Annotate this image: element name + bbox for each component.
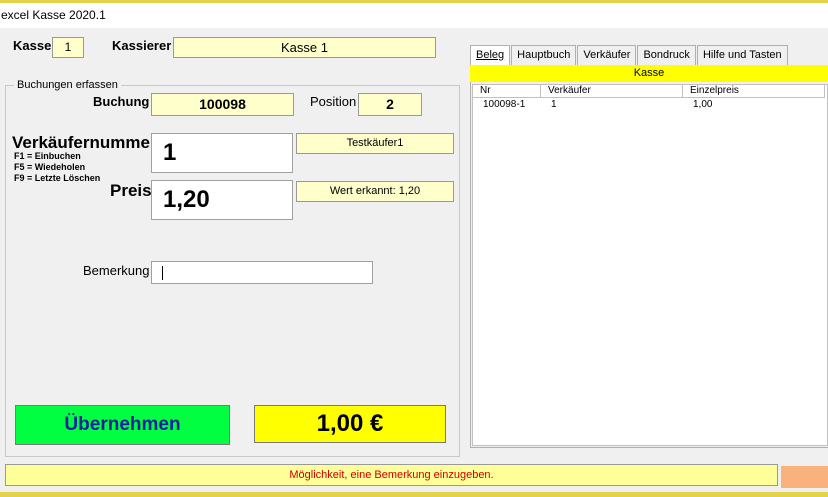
kassierer-label: Kassierer xyxy=(112,38,172,53)
buchung-field[interactable]: 100098 xyxy=(151,93,294,116)
total-display: 1,00 € xyxy=(254,405,446,443)
column-header-verkaeufer[interactable]: Verkäufer xyxy=(541,85,683,98)
hint-wiederholen: F5 = Wiedeholen xyxy=(14,162,86,172)
table-row[interactable]: 100098-1 1 1,00 xyxy=(473,99,825,112)
tab-hauptbuch[interactable]: Hauptbuch xyxy=(511,45,577,65)
cell-verkaeufer: 1 xyxy=(551,99,557,110)
bottom-accent-line xyxy=(0,492,828,497)
hint-loeschen: F9 = Letzte Löschen xyxy=(14,173,101,183)
verkaeufer-name: Testkäufer1 xyxy=(296,133,454,154)
bemerkung-input[interactable] xyxy=(151,261,373,284)
status-bar: Möglichkeit, eine Bemerkung einzugeben. xyxy=(5,464,778,486)
tab-hilfe[interactable]: Hilfe und Tasten xyxy=(696,45,788,65)
cell-einzelpreis: 1,00 xyxy=(693,99,713,110)
position-label: Position xyxy=(310,94,357,109)
text-caret xyxy=(162,266,163,280)
tab-bar: Beleg Hauptbuch Verkäufer Bondruck Hilfe… xyxy=(470,45,789,67)
column-header-einzelpreis[interactable]: Einzelpreis xyxy=(683,85,825,98)
tab-beleg[interactable]: Beleg xyxy=(470,45,511,67)
position-field[interactable]: 2 xyxy=(358,93,422,116)
tab-bondruck[interactable]: Bondruck xyxy=(637,45,696,65)
preis-label: Preis xyxy=(110,181,152,200)
window-title: excel Kasse 2020.1 xyxy=(0,3,828,28)
buchung-label: Buchung xyxy=(93,94,150,109)
hotkey-hints: F1 = Einbuchen F5 = Wiedeholen F9 = Letz… xyxy=(14,151,100,184)
kasse-label: Kasse xyxy=(13,38,52,53)
tab-verkaeufer[interactable]: Verkäufer xyxy=(577,45,637,65)
column-header-nr[interactable]: Nr xyxy=(473,85,541,98)
uebernehmen-button[interactable]: Übernehmen xyxy=(15,405,230,445)
beleg-list[interactable]: Nr Verkäufer Einzelpreis 100098-1 1 1,00 xyxy=(472,84,828,446)
panel-header: Kasse xyxy=(470,65,828,82)
kasse-field[interactable]: 1 xyxy=(52,37,84,58)
status-indicator xyxy=(781,466,828,488)
bemerkung-label: Bemerkung xyxy=(83,263,150,278)
cell-nr: 100098-1 xyxy=(483,99,526,110)
hint-einbuchen: F1 = Einbuchen xyxy=(14,151,81,161)
preis-info: Wert erkannt: 1,20 xyxy=(296,181,454,202)
verkaeufer-input[interactable]: 1 xyxy=(151,133,293,173)
verkaeufer-label: Verkäufernummer xyxy=(12,133,157,152)
preis-input[interactable]: 1,20 xyxy=(151,180,293,220)
kassierer-field[interactable]: Kasse 1 xyxy=(173,37,436,58)
buchungen-group-label: Buchungen erfassen xyxy=(14,79,121,91)
